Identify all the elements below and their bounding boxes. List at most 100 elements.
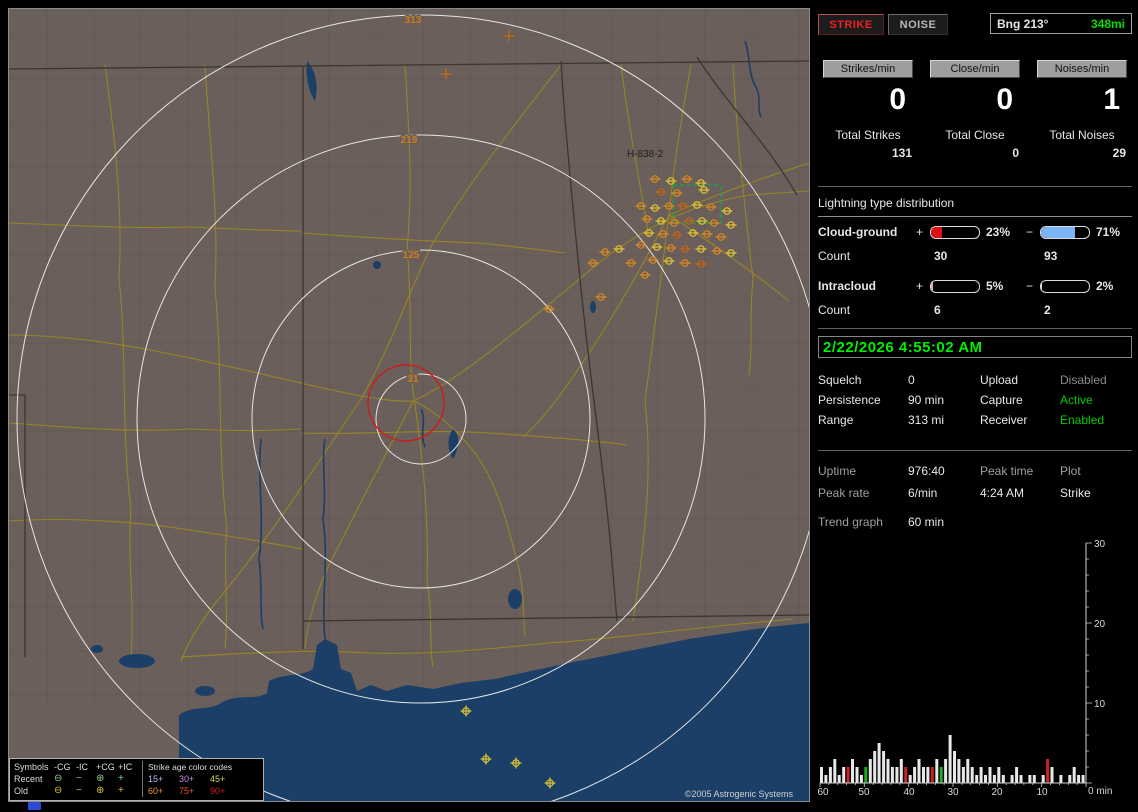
range-ring-label: 31 <box>407 374 419 385</box>
uptime-value: 976:40 <box>908 464 945 478</box>
trend-bar <box>855 767 859 783</box>
cg-positive-bar <box>930 225 980 239</box>
neg-ic-icon: − <box>76 773 82 784</box>
peak-time-value: 4:24 AM <box>980 486 1025 500</box>
neg-cg-icon: ⊖ <box>54 785 63 796</box>
cloud-ground-count-row: Count 30 93 <box>818 248 1132 264</box>
range-label: Range <box>818 413 854 427</box>
cg-positive-count: 30 <box>934 249 948 263</box>
minus-sign: − <box>1026 279 1034 293</box>
trend-bar <box>917 759 921 783</box>
close-per-min-button[interactable]: Close/min <box>930 60 1020 78</box>
y-tick-label: 30 <box>1094 539 1106 550</box>
total-close-value: 0 <box>1012 146 1019 160</box>
trend-bar <box>953 751 956 783</box>
lightning-map[interactable]: 313 219 125 31 H-838-2 Symbols -CG -IC +… <box>8 8 810 802</box>
trend-bar <box>966 759 970 783</box>
trend-bar <box>899 759 903 783</box>
trend-bar <box>975 775 979 783</box>
trend-bar <box>997 767 1001 783</box>
peak-time-label: Peak time <box>980 464 1034 478</box>
range-ring-label: 125 <box>403 250 420 261</box>
bearing-range: 348mi <box>1090 16 1125 31</box>
x-tick-label: 30 <box>947 787 959 798</box>
trend-bar <box>1081 775 1085 783</box>
peak-rate-label: Peak rate <box>818 486 870 500</box>
legend-symbols-header: Symbols <box>14 762 49 772</box>
count-label: Count <box>818 303 851 317</box>
close-per-min-column: Close/min 0 Total Close 0 <box>925 60 1025 160</box>
neg-ic-icon: − <box>76 785 82 796</box>
divider <box>818 186 1132 187</box>
rate-counters: Strikes/min 0 Total Strikes 131 Close/mi… <box>818 60 1132 160</box>
trend-bar <box>1077 775 1081 783</box>
noises-per-min-column: Noises/min 1 Total Noises 29 <box>1032 60 1132 160</box>
copyright-text: ©2005 Astrogenic Systems <box>684 789 793 799</box>
trend-bar <box>979 767 983 783</box>
squelch-label: Squelch <box>818 373 862 387</box>
legend-row-label: Recent <box>14 774 43 784</box>
pos-cg-icon: ⊕ <box>96 785 105 796</box>
trend-bar <box>1059 775 1063 783</box>
cg-positive-fill <box>931 226 943 238</box>
ic-negative-bar <box>1040 279 1090 293</box>
legend-col-header: -IC <box>76 762 88 772</box>
ic-negative-percent: 2% <box>1096 279 1114 293</box>
noises-per-min-button[interactable]: Noises/min <box>1037 60 1127 78</box>
uptime-label: Uptime <box>818 464 857 478</box>
pos-ic-icon: + <box>118 773 124 784</box>
trend-graph-row: Trend graph 60 min <box>818 512 1132 532</box>
trend-graph: 30 20 10 0 min 60 50 40 30 20 10 <box>818 539 1112 798</box>
datetime-box: 2/22/2026 4:55:02 AM <box>818 336 1132 358</box>
plot-value: Strike <box>1060 486 1091 500</box>
taskbar-fragment <box>28 802 41 810</box>
ic-negative-count: 2 <box>1044 303 1051 317</box>
upload-label: Upload <box>980 373 1019 387</box>
trend-bar <box>882 751 886 783</box>
trend-bar <box>877 743 881 783</box>
trend-y-ticks <box>1086 542 1092 784</box>
strikes-per-min-button[interactable]: Strikes/min <box>823 60 913 78</box>
ic-positive-percent: 5% <box>986 279 1004 293</box>
trend-bar <box>1032 775 1036 783</box>
legend-row-label: Old <box>14 786 29 796</box>
strikes-per-min-column: Strikes/min 0 Total Strikes 131 <box>818 60 918 160</box>
distribution-title: Lightning type distribution <box>818 196 955 210</box>
trend-bar <box>833 759 837 783</box>
noise-mode-button[interactable]: NOISE <box>888 14 948 35</box>
trend-bar <box>846 767 850 783</box>
squelch-value: 0 <box>908 373 915 387</box>
bearing-label: Bng 213° <box>997 16 1049 31</box>
cg-negative-percent: 71% <box>1096 225 1121 239</box>
cg-positive-percent: 23% <box>986 225 1011 239</box>
total-strikes-label: Total Strikes <box>835 128 901 142</box>
trend-bar <box>828 767 832 783</box>
trend-bar <box>957 759 961 783</box>
trend-bar <box>851 759 854 783</box>
trend-bar <box>1046 759 1050 783</box>
y-tick-label: 20 <box>1094 619 1106 630</box>
ic-negative-fill <box>1041 280 1042 292</box>
cg-negative-fill <box>1041 226 1076 238</box>
origin-label: 0 min <box>1088 786 1112 797</box>
map-canvas[interactable]: 313 219 125 31 H-838-2 <box>9 9 809 801</box>
stats-grid: Uptime 976:40 Peak time Plot Peak rate 6… <box>818 460 1132 504</box>
trend-bar <box>984 775 987 783</box>
trend-bars <box>820 735 1085 783</box>
trend-bar <box>1010 775 1014 783</box>
strike-mode-button[interactable]: STRIKE <box>818 14 884 35</box>
legend-col-header: +CG <box>96 762 115 772</box>
trend-bar <box>1068 775 1072 783</box>
age-code: 90+ <box>210 786 226 796</box>
close-per-min-value: 0 <box>996 83 1013 116</box>
trend-bar <box>988 767 992 783</box>
divider <box>818 450 1132 451</box>
trend-graph-label: Trend graph <box>818 515 883 529</box>
total-strikes-value: 131 <box>891 146 912 160</box>
trend-bar <box>824 775 828 783</box>
divider <box>818 328 1132 329</box>
storm-cell-label: H-838-2 <box>627 149 664 160</box>
trend-bar <box>886 759 890 783</box>
total-close-label: Total Close <box>945 128 1005 142</box>
pos-ic-icon: + <box>118 785 124 796</box>
